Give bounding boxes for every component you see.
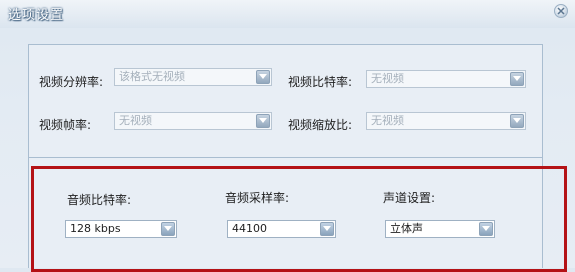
audio-bitrate-select[interactable]: 128 kbps <box>65 220 177 238</box>
video-framerate-select[interactable]: 无视频 <box>114 112 272 130</box>
video-settings-panel <box>28 44 543 158</box>
audio-bitrate-value: 128 kbps <box>70 222 121 235</box>
chevron-down-icon <box>482 226 490 231</box>
video-aspect-select[interactable]: 无视频 <box>366 112 526 130</box>
chevron-down-icon <box>513 118 521 123</box>
dropdown-arrow[interactable] <box>510 114 524 128</box>
audio-channels-label: 声道设置: <box>383 191 436 205</box>
audio-samplerate-label: 音频采样率: <box>225 191 290 205</box>
video-aspect-label: 视频缩放比: <box>288 118 353 132</box>
window-title: 选项设置 <box>8 8 65 23</box>
audio-channels-value: 立体声 <box>390 222 423 235</box>
audio-bitrate-label: 音频比特率: <box>67 193 132 207</box>
chevron-down-icon <box>513 76 521 81</box>
title-bar: 选项设置 <box>0 0 575 28</box>
audio-channels-select[interactable]: 立体声 <box>385 220 495 238</box>
dropdown-arrow[interactable] <box>510 72 524 86</box>
video-resolution-select[interactable]: 该格式无视频 <box>114 68 272 86</box>
dropdown-arrow[interactable] <box>256 70 270 84</box>
dropdown-arrow[interactable] <box>320 222 334 236</box>
dropdown-arrow[interactable] <box>479 222 493 236</box>
audio-samplerate-select[interactable]: 44100 <box>227 220 336 238</box>
chevron-down-icon <box>164 226 172 231</box>
close-icon <box>557 7 565 15</box>
chevron-down-icon <box>323 226 331 231</box>
video-aspect-value: 无视频 <box>371 114 404 127</box>
video-framerate-value: 无视频 <box>119 114 152 127</box>
video-resolution-value: 该格式无视频 <box>119 70 185 83</box>
audio-samplerate-value: 44100 <box>232 222 267 235</box>
video-framerate-label: 视频帧率: <box>39 118 92 132</box>
dropdown-arrow[interactable] <box>161 222 175 236</box>
highlight-frame <box>31 166 567 272</box>
close-button[interactable] <box>554 4 568 18</box>
video-bitrate-label: 视频比特率: <box>288 75 353 89</box>
chevron-down-icon <box>259 74 267 79</box>
chevron-down-icon <box>259 118 267 123</box>
video-bitrate-select[interactable]: 无视频 <box>366 70 526 88</box>
dropdown-arrow[interactable] <box>256 114 270 128</box>
video-resolution-label: 视频分辨率: <box>39 75 104 89</box>
video-bitrate-value: 无视频 <box>371 72 404 85</box>
